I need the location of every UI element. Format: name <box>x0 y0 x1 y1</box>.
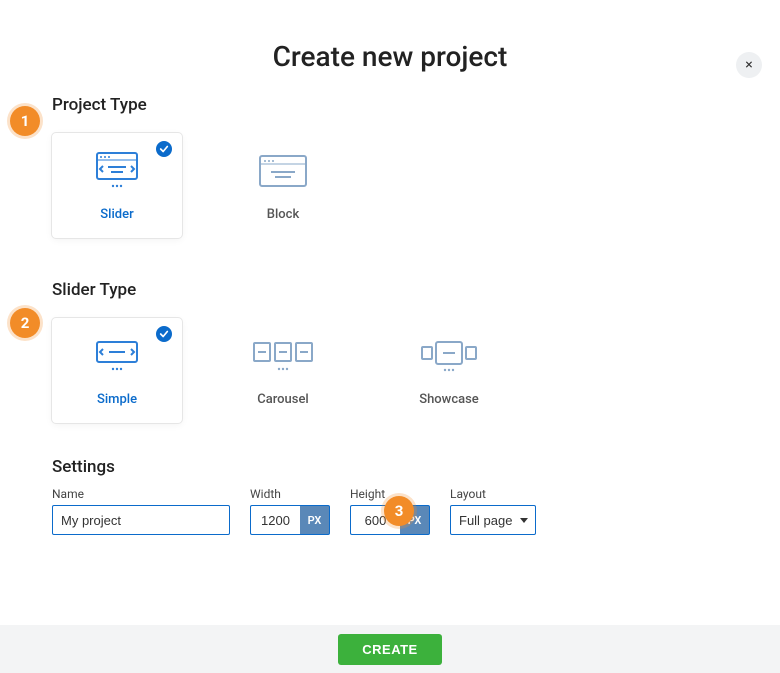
width-unit[interactable]: PX <box>300 505 330 535</box>
name-input[interactable] <box>52 505 230 535</box>
slider-type-showcase[interactable]: Showcase <box>384 318 514 423</box>
settings-heading: Settings <box>52 457 740 477</box>
carousel-icon <box>252 334 314 378</box>
width-input[interactable] <box>250 505 300 535</box>
project-type-slider-label: Slider <box>100 207 133 222</box>
layout-label: Layout <box>450 487 536 501</box>
close-icon: × <box>745 57 752 73</box>
width-label: Width <box>250 487 330 501</box>
step-badge-1: 1 <box>10 106 40 136</box>
slider-type-carousel[interactable]: Carousel <box>218 318 348 423</box>
slider-icon <box>90 149 144 193</box>
project-type-slider[interactable]: Slider <box>52 133 182 238</box>
selected-check-icon <box>156 326 172 342</box>
project-type-block-label: Block <box>267 207 299 222</box>
simple-icon <box>90 334 144 378</box>
project-type-options: Slider Block <box>52 133 740 238</box>
block-icon <box>259 149 307 193</box>
slider-type-options: Simple Carousel <box>52 318 740 423</box>
step-badge-2: 2 <box>10 308 40 338</box>
selected-check-icon <box>156 141 172 157</box>
slider-type-simple[interactable]: Simple <box>52 318 182 423</box>
slider-type-heading: Slider Type <box>52 280 740 300</box>
project-type-block[interactable]: Block <box>218 133 348 238</box>
layout-select[interactable]: Full page <box>450 505 536 535</box>
close-button[interactable]: × <box>736 52 762 78</box>
name-label: Name <box>52 487 230 501</box>
project-type-heading: Project Type <box>52 95 740 115</box>
showcase-icon <box>420 334 478 378</box>
step-badge-3: 3 <box>384 496 414 526</box>
create-button[interactable]: CREATE <box>338 634 441 665</box>
footer: CREATE <box>0 625 780 673</box>
slider-type-simple-label: Simple <box>97 392 137 407</box>
slider-type-showcase-label: Showcase <box>419 392 479 407</box>
dialog-title: Create new project <box>0 40 780 73</box>
slider-type-carousel-label: Carousel <box>257 392 309 407</box>
